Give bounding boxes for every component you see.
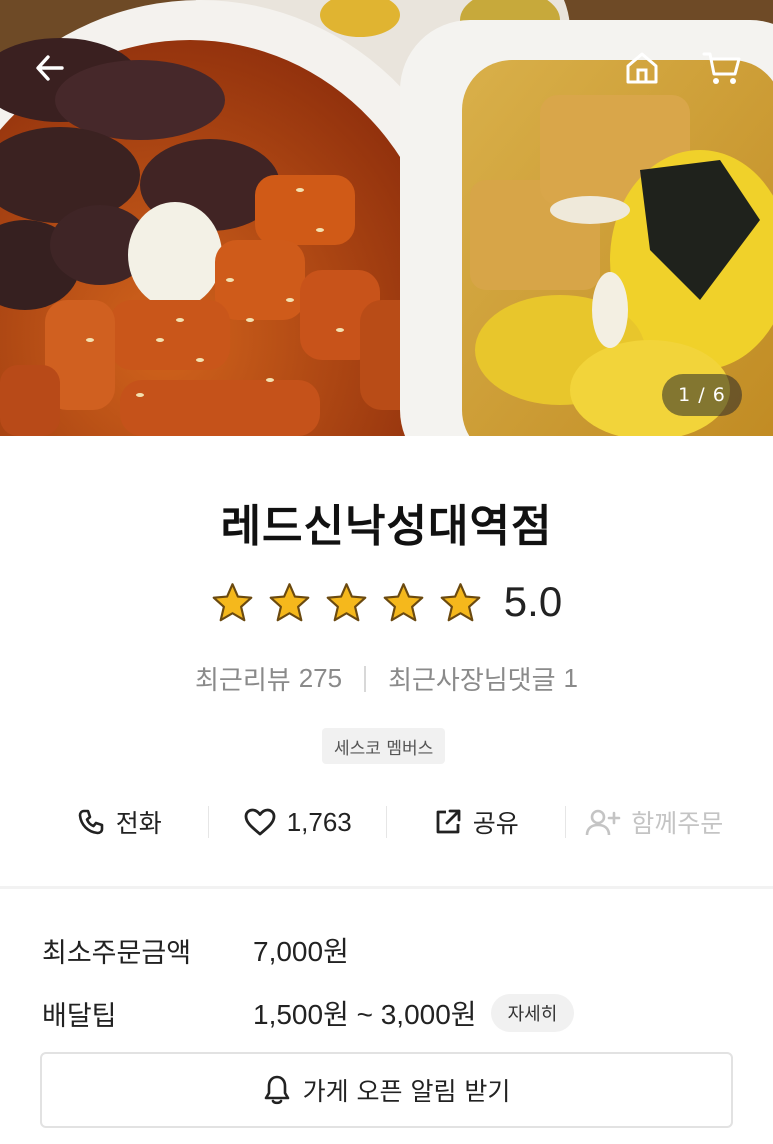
share-icon (436, 809, 461, 834)
delivery-tip-row: 배달팁 1,500원 ~ 3,000원 자세히 (42, 990, 575, 1036)
call-button[interactable]: 전화 (30, 804, 208, 840)
back-arrow-icon (36, 55, 64, 81)
cesco-members-badge: 세스코 멤버스 (322, 728, 446, 764)
add-person-icon (585, 809, 621, 836)
owner-comments-count: 1 (563, 663, 578, 693)
section-divider (0, 886, 773, 889)
min-order-row: 최소주문금액 7,000원 (42, 928, 349, 972)
group-order-label: 함께주문 (631, 809, 724, 838)
recent-reviews-label: 최근리뷰 (195, 666, 291, 696)
delivery-tip-value: 1,500원 ~ 3,000원 (253, 999, 477, 1030)
heart-icon (244, 808, 276, 836)
cart-icon (702, 52, 741, 84)
star-icon (269, 582, 310, 621)
delivery-tip-detail-button[interactable]: 자세히 (490, 994, 575, 1032)
rating-stars (211, 581, 482, 624)
store-name: 레드신낙성대역점 (220, 501, 553, 552)
home-button[interactable] (614, 40, 670, 96)
divider (364, 665, 367, 692)
like-count: 1,763 (286, 806, 352, 837)
open-notification-button[interactable]: 가게 오픈 알림 받기 (40, 1052, 733, 1128)
phone-icon (78, 809, 104, 835)
like-button[interactable]: 1,763 (209, 807, 387, 838)
group-order-button[interactable]: 함께주문 (566, 804, 744, 840)
back-button[interactable] (22, 40, 78, 96)
min-order-value: 7,000원 (253, 936, 349, 967)
star-icon (326, 582, 367, 621)
min-order-label: 최소주문금액 (42, 937, 192, 969)
owner-comments-label: 최근사장님댓글 (388, 666, 556, 696)
star-icon (383, 582, 424, 621)
recent-reviews-link[interactable]: 최근리뷰 275 (195, 660, 342, 697)
star-icon (212, 582, 253, 621)
bell-icon (264, 1075, 289, 1105)
home-icon (626, 52, 658, 84)
cart-button[interactable] (694, 40, 750, 96)
rating-value: 5.0 (503, 578, 563, 625)
call-label: 전화 (115, 809, 162, 838)
open-notification-label: 가게 오픈 알림 받기 (302, 1077, 511, 1106)
share-button[interactable]: 공유 (387, 804, 565, 840)
share-label: 공유 (472, 809, 519, 838)
owner-comments-link[interactable]: 최근사장님댓글 1 (388, 660, 578, 697)
gallery-page-counter: 1 / 6 (662, 374, 742, 416)
store-actions: 전화 1,763 공유 함께주문 (30, 796, 743, 848)
review-summary: 최근리뷰 275 최근사장님댓글 1 (0, 660, 773, 697)
star-icon (440, 582, 481, 621)
store-photo-gallery[interactable]: 1 / 6 (0, 0, 773, 436)
rating-row: 5.0 (0, 578, 773, 626)
recent-reviews-count: 275 (298, 663, 343, 693)
delivery-tip-label: 배달팁 (42, 1000, 117, 1032)
